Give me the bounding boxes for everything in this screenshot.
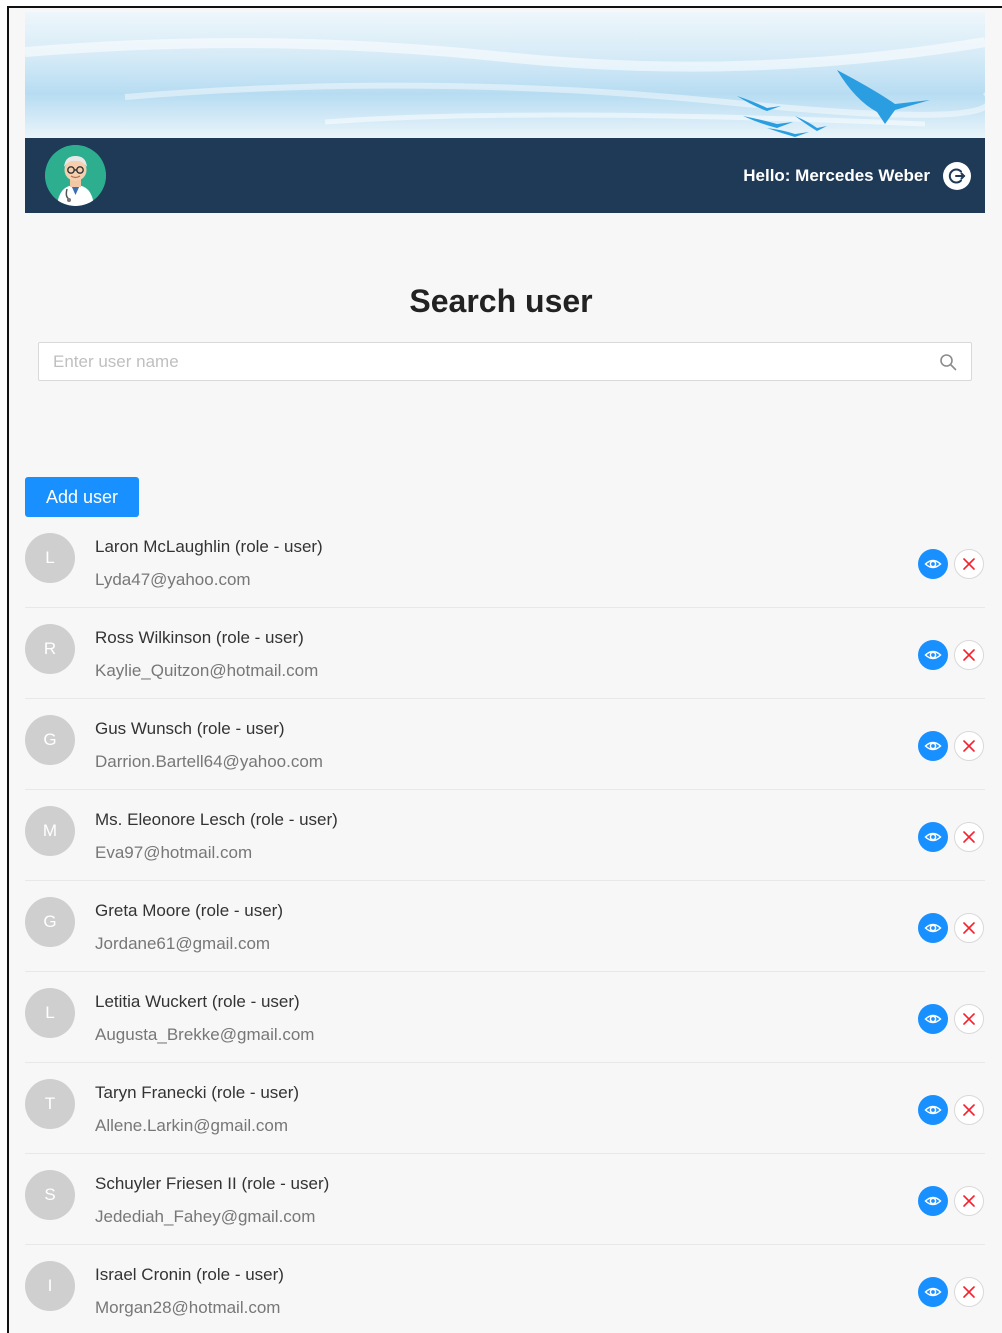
delete-user-button[interactable]	[954, 1004, 984, 1034]
delete-user-button[interactable]	[954, 1186, 984, 1216]
header-banner	[25, 12, 985, 138]
logout-button[interactable]	[943, 162, 971, 190]
user-name: Ms. Eleonore Lesch (role - user)	[95, 810, 338, 829]
delete-user-button[interactable]	[954, 549, 984, 579]
user-avatar: S	[25, 1170, 75, 1220]
logout-icon	[948, 168, 966, 184]
eye-icon	[924, 741, 942, 751]
list-item: R Ross Wilkinson (role - user) Kaylie_Qu…	[25, 608, 985, 699]
user-avatar: T	[25, 1079, 75, 1129]
close-icon	[963, 1195, 975, 1207]
view-user-button[interactable]	[918, 1186, 948, 1216]
eye-icon	[924, 1014, 942, 1024]
list-item: G Gus Wunsch (role - user) Darrion.Barte…	[25, 699, 985, 790]
view-user-button[interactable]	[918, 731, 948, 761]
delete-user-button[interactable]	[954, 822, 984, 852]
banner-birds-illustration	[25, 37, 985, 137]
list-item: T Taryn Franecki (role - user) Allene.La…	[25, 1063, 985, 1154]
page-title: Search user	[409, 283, 593, 319]
user-avatar: L	[25, 988, 75, 1038]
view-user-button[interactable]	[918, 1095, 948, 1125]
view-user-button[interactable]	[918, 1277, 948, 1307]
delete-user-button[interactable]	[954, 731, 984, 761]
close-icon	[963, 558, 975, 570]
eye-icon	[924, 1105, 942, 1115]
eye-icon	[924, 650, 942, 660]
list-item: L Letitia Wuckert (role - user) Augusta_…	[25, 972, 985, 1063]
search-box	[38, 342, 972, 381]
list-item: G Greta Moore (role - user) Jordane61@gm…	[25, 881, 985, 972]
list-item: I Israel Cronin (role - user) Morgan28@h…	[25, 1245, 985, 1333]
view-user-button[interactable]	[918, 913, 948, 943]
top-navigation-bar: Hello: Mercedes Weber	[25, 138, 985, 213]
user-email: Kaylie_Quitzon@hotmail.com	[95, 661, 319, 680]
user-name: Gus Wunsch (role - user)	[95, 719, 285, 738]
doctor-avatar-icon	[45, 145, 106, 206]
add-user-button[interactable]: Add user	[25, 477, 139, 517]
user-avatar: G	[25, 715, 75, 765]
eye-icon	[924, 1196, 942, 1206]
user-avatar: R	[25, 624, 75, 674]
user-email: Lyda47@yahoo.com	[95, 570, 251, 589]
user-email: Allene.Larkin@gmail.com	[95, 1116, 289, 1135]
user-name: Taryn Franecki (role - user)	[95, 1083, 300, 1102]
user-avatar: G	[25, 897, 75, 947]
search-input[interactable]	[39, 343, 971, 380]
delete-user-button[interactable]	[954, 1095, 984, 1125]
user-avatar: I	[25, 1261, 75, 1311]
list-item: L Laron McLaughlin (role - user) Lyda47@…	[25, 517, 985, 608]
close-icon	[963, 831, 975, 843]
user-avatar: L	[25, 533, 75, 583]
view-user-button[interactable]	[918, 640, 948, 670]
close-icon	[963, 649, 975, 661]
view-user-button[interactable]	[918, 822, 948, 852]
user-email: Augusta_Brekke@gmail.com	[95, 1025, 315, 1044]
user-name: Ross Wilkinson (role - user)	[95, 628, 304, 647]
delete-user-button[interactable]	[954, 913, 984, 943]
close-icon	[963, 1013, 975, 1025]
list-item: S Schuyler Friesen II (role - user) Jede…	[25, 1154, 985, 1245]
delete-user-button[interactable]	[954, 1277, 984, 1307]
view-user-button[interactable]	[918, 1004, 948, 1034]
user-name: Greta Moore (role - user)	[95, 901, 283, 920]
eye-icon	[924, 832, 942, 842]
list-item: M Ms. Eleonore Lesch (role - user) Eva97…	[25, 790, 985, 881]
eye-icon	[924, 1287, 942, 1297]
user-list: L Laron McLaughlin (role - user) Lyda47@…	[25, 517, 985, 1333]
view-user-button[interactable]	[918, 549, 948, 579]
user-email: Eva97@hotmail.com	[95, 843, 253, 862]
user-name: Letitia Wuckert (role - user)	[95, 992, 300, 1011]
user-email: Morgan28@hotmail.com	[95, 1298, 281, 1317]
search-icon[interactable]	[939, 353, 957, 371]
user-avatar: M	[25, 806, 75, 856]
eye-icon	[924, 559, 942, 569]
eye-icon	[924, 923, 942, 933]
user-email: Jedediah_Fahey@gmail.com	[95, 1207, 316, 1226]
user-name: Laron McLaughlin (role - user)	[95, 537, 323, 556]
delete-user-button[interactable]	[954, 640, 984, 670]
close-icon	[963, 922, 975, 934]
close-icon	[963, 1104, 975, 1116]
close-icon	[963, 740, 975, 752]
user-greeting: Hello: Mercedes Weber	[743, 166, 930, 185]
user-name: Schuyler Friesen II (role - user)	[95, 1174, 330, 1193]
close-icon	[963, 1286, 975, 1298]
user-email: Jordane61@gmail.com	[95, 934, 271, 953]
user-name: Israel Cronin (role - user)	[95, 1265, 284, 1284]
user-email: Darrion.Bartell64@yahoo.com	[95, 752, 323, 771]
